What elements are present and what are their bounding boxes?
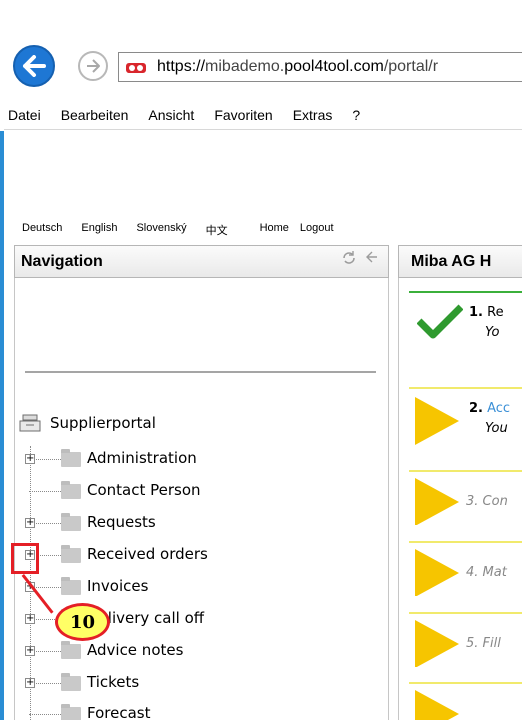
step-4-title: 4. Mat [466, 565, 507, 580]
main-panel-header: Miba AG H [398, 245, 522, 278]
step-arrow-icon [415, 549, 459, 596]
forward-button[interactable] [78, 51, 108, 81]
home-link[interactable]: Home [260, 222, 289, 238]
step-5-title: 5. Fill [466, 636, 501, 651]
expand-icon[interactable]: + [25, 518, 35, 528]
process-step-2[interactable]: 2. Acc You [409, 387, 522, 455]
step-arrow-icon [415, 397, 459, 445]
address-row: https://mibademo.pool4tool.com/portal/r [8, 36, 522, 98]
refresh-icon[interactable] [341, 250, 357, 266]
process-step-5: 5. Fill [409, 612, 522, 667]
menu-help[interactable]: ? [352, 107, 360, 123]
step-arrow-icon [415, 690, 459, 720]
back-button[interactable] [13, 45, 55, 87]
navigation-body: Supplierportal + Administration Contact … [14, 278, 389, 720]
folder-icon [61, 513, 81, 531]
expand-icon[interactable]: + [25, 678, 35, 688]
tree-item-received-orders[interactable]: + Received orders [15, 540, 385, 570]
navigation-title: Navigation [21, 253, 103, 270]
url-path: /portal/r [383, 58, 439, 75]
menu-ansicht[interactable]: Ansicht [148, 107, 194, 123]
url-subdomain: mibademo. [205, 58, 285, 75]
tree-item-invoices[interactable]: + Invoices [15, 572, 385, 602]
tree-item-requests[interactable]: + Requests [15, 508, 385, 538]
folder-icon [61, 545, 81, 563]
url-scheme: https:// [157, 58, 206, 75]
tree-root-label: Supplierportal [50, 414, 156, 432]
tree-item-forecast[interactable]: Forecast [15, 699, 385, 720]
menu-bar: Datei Bearbeiten Ansicht Favoriten Extra… [8, 102, 522, 128]
process-step-6 [409, 682, 522, 720]
step-1-subtitle: Yo [485, 325, 500, 340]
process-step-1: 1. Re Yo [409, 291, 522, 371]
menu-favoriten[interactable]: Favoriten [214, 107, 272, 123]
tree-item-administration[interactable]: + Administration [15, 444, 385, 474]
step-2-title[interactable]: 2. Acc [469, 401, 510, 416]
expand-icon[interactable]: + [25, 646, 35, 656]
process-step-4: 4. Mat [409, 541, 522, 596]
navigation-tools [341, 250, 379, 266]
main-panel-title: Miba AG H [411, 253, 492, 270]
language-bar: Deutsch English Slovenský 中文 Home Logout [22, 222, 353, 238]
url-text: https://mibademo.pool4tool.com/portal/r [157, 58, 438, 76]
callout-badge: 10 [55, 603, 110, 641]
folder-icon [61, 577, 81, 595]
navigation-header: Navigation [14, 245, 389, 278]
main-panel: Miba AG H 1. Re Yo 2. Acc You 3. Con 4. … [398, 245, 522, 720]
arrow-left-icon [23, 55, 46, 77]
lang-deutsch[interactable]: Deutsch [22, 222, 62, 238]
step-3-title: 3. Con [466, 494, 508, 509]
step-arrow-icon [415, 478, 459, 525]
arrow-right-icon [87, 59, 100, 73]
url-domain: pool4tool.com [284, 58, 384, 75]
navigation-panel: Navigation Supplierportal + Administrati… [14, 245, 389, 720]
drawer-icon [19, 414, 41, 432]
browser-chrome: https://mibademo.pool4tool.com/portal/r … [0, 0, 522, 131]
navigation-divider [25, 371, 376, 373]
menu-separator [4, 129, 522, 130]
folder-icon [61, 481, 81, 499]
tree-root[interactable]: Supplierportal [19, 414, 156, 432]
step-1-title: 1. Re [469, 305, 504, 320]
lang-chinese[interactable]: 中文 [206, 222, 228, 238]
collapse-left-icon[interactable] [365, 250, 379, 264]
main-panel-body: 1. Re Yo 2. Acc You 3. Con 4. Mat 5. Fil… [398, 278, 522, 720]
menu-extras[interactable]: Extras [293, 107, 333, 123]
tree-item-tickets[interactable]: + Tickets [15, 668, 385, 698]
address-bar[interactable]: https://mibademo.pool4tool.com/portal/r [118, 52, 522, 82]
menu-bearbeiten[interactable]: Bearbeiten [61, 107, 129, 123]
folder-icon [61, 641, 81, 659]
lang-slovensky[interactable]: Slovenský [136, 222, 186, 238]
tree-item-contact-person[interactable]: Contact Person [15, 476, 385, 506]
site-certificate-icon [125, 60, 147, 74]
process-step-3: 3. Con [409, 470, 522, 525]
folder-icon [61, 673, 81, 691]
expand-icon[interactable]: + [25, 614, 35, 624]
expand-icon[interactable]: + [25, 454, 35, 464]
step-arrow-icon [415, 620, 459, 667]
folder-icon [61, 449, 81, 467]
tree-item-advice-notes[interactable]: + Advice notes [15, 636, 385, 666]
folder-icon [61, 704, 81, 720]
logout-link[interactable]: Logout [300, 222, 334, 238]
highlight-box [11, 543, 39, 574]
lang-english[interactable]: English [81, 222, 117, 238]
checkmark-icon [417, 304, 463, 339]
menu-datei[interactable]: Datei [8, 107, 41, 123]
step-2-subtitle: You [485, 421, 508, 436]
